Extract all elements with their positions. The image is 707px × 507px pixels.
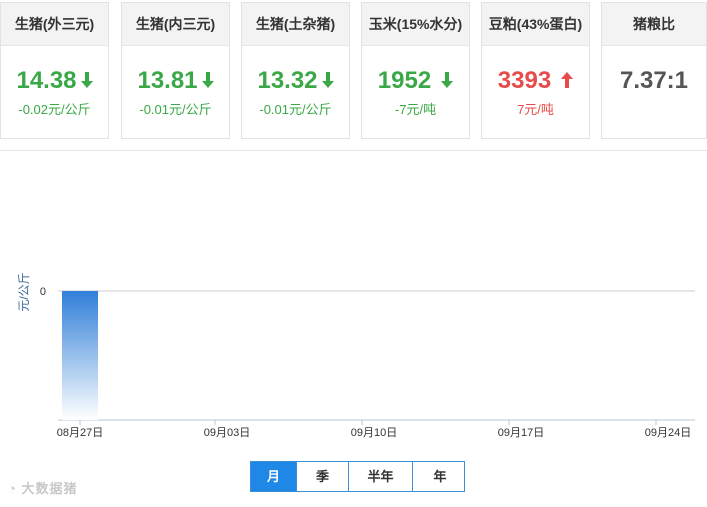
card-change: -7元/吨: [394, 102, 437, 117]
y-axis-label: 元/公斤: [17, 272, 31, 311]
card-value: 1952: [377, 67, 432, 94]
tab-year[interactable]: 年: [413, 462, 467, 491]
up-arrow-icon: [561, 71, 574, 88]
price-chart: 元/公斤 0 08月27日 09月03日 09月10日 09月17日 09月24日: [0, 150, 707, 502]
card-hog-grain-ratio[interactable]: 猪粮比 7.37:1: [601, 2, 707, 139]
card-live-hog-inner[interactable]: 生猪(内三元) 13.81 -0.01元/公斤: [121, 2, 230, 139]
card-title: 猪粮比: [602, 3, 706, 46]
price-chart-svg: 元/公斤 0 08月27日 09月03日 09月10日 09月17日 09月24日: [17, 272, 695, 439]
y-tick-label: 0: [40, 286, 46, 298]
x-tick-label: 08月27日: [57, 427, 103, 439]
down-arrow-icon: [321, 71, 334, 88]
x-tick-label: 09月17日: [498, 427, 544, 439]
card-change: 7元/吨: [517, 102, 554, 117]
card-live-hog-outer[interactable]: 生猪(外三元) 14.38 -0.02元/公斤: [0, 2, 109, 139]
card-change: -0.01元/公斤: [259, 102, 332, 117]
card-title: 生猪(外三元): [1, 3, 108, 46]
card-title: 玉米(15%水分): [362, 3, 469, 46]
period-tabs: 月 季 半年 年: [250, 461, 465, 492]
card-title: 生猪(土杂猪): [242, 3, 349, 46]
down-arrow-icon: [441, 71, 454, 88]
card-title: 豆粕(43%蛋白): [482, 3, 589, 46]
watermark: ◔ 大数据猪: [8, 481, 78, 496]
x-tick-label: 09月10日: [351, 427, 397, 439]
card-live-hog-native[interactable]: 生猪(土杂猪) 13.32 -0.01元/公斤: [241, 2, 350, 139]
chart-bar: [62, 291, 98, 420]
tab-half-year[interactable]: 半年: [349, 462, 413, 491]
card-title: 生猪(内三元): [122, 3, 229, 46]
tab-month[interactable]: 月: [251, 462, 297, 491]
tab-quarter[interactable]: 季: [297, 462, 349, 491]
card-value: 13.32: [257, 67, 318, 94]
watermark-text: 大数据猪: [21, 481, 78, 496]
card-change: -0.01元/公斤: [139, 102, 212, 117]
price-cards: 生猪(外三元) 14.38 -0.02元/公斤 生猪(内三元) 13.81 -0…: [0, 0, 707, 150]
card-value: 13.81: [137, 67, 198, 94]
card-value: 7.37:1: [619, 67, 689, 94]
card-soybean-meal[interactable]: 豆粕(43%蛋白) 3393 7元/吨: [481, 2, 590, 139]
card-value: 14.38: [16, 67, 77, 94]
down-arrow-icon: [201, 71, 214, 88]
card-corn[interactable]: 玉米(15%水分) 1952 -7元/吨: [361, 2, 470, 139]
card-value: 3393: [497, 67, 552, 94]
down-arrow-icon: [80, 71, 93, 88]
x-tick-label: 09月03日: [204, 427, 250, 439]
card-change: -0.02元/公斤: [18, 102, 91, 117]
x-tick-label: 09月24日: [645, 427, 691, 439]
